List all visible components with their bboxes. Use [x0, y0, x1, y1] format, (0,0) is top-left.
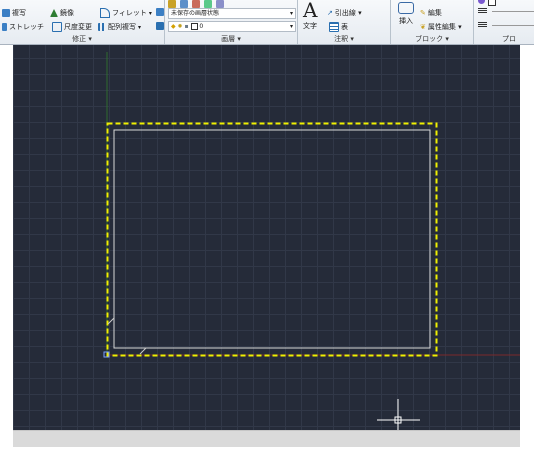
layout-tab-strip[interactable]	[13, 430, 520, 447]
ucs-mark	[107, 317, 115, 325]
selection-window	[106, 122, 438, 357]
bottom-area	[0, 430, 534, 456]
drawing-overlay	[103, 52, 520, 440]
rectangle-object[interactable]	[113, 129, 431, 349]
ucs-mark	[139, 347, 147, 355]
